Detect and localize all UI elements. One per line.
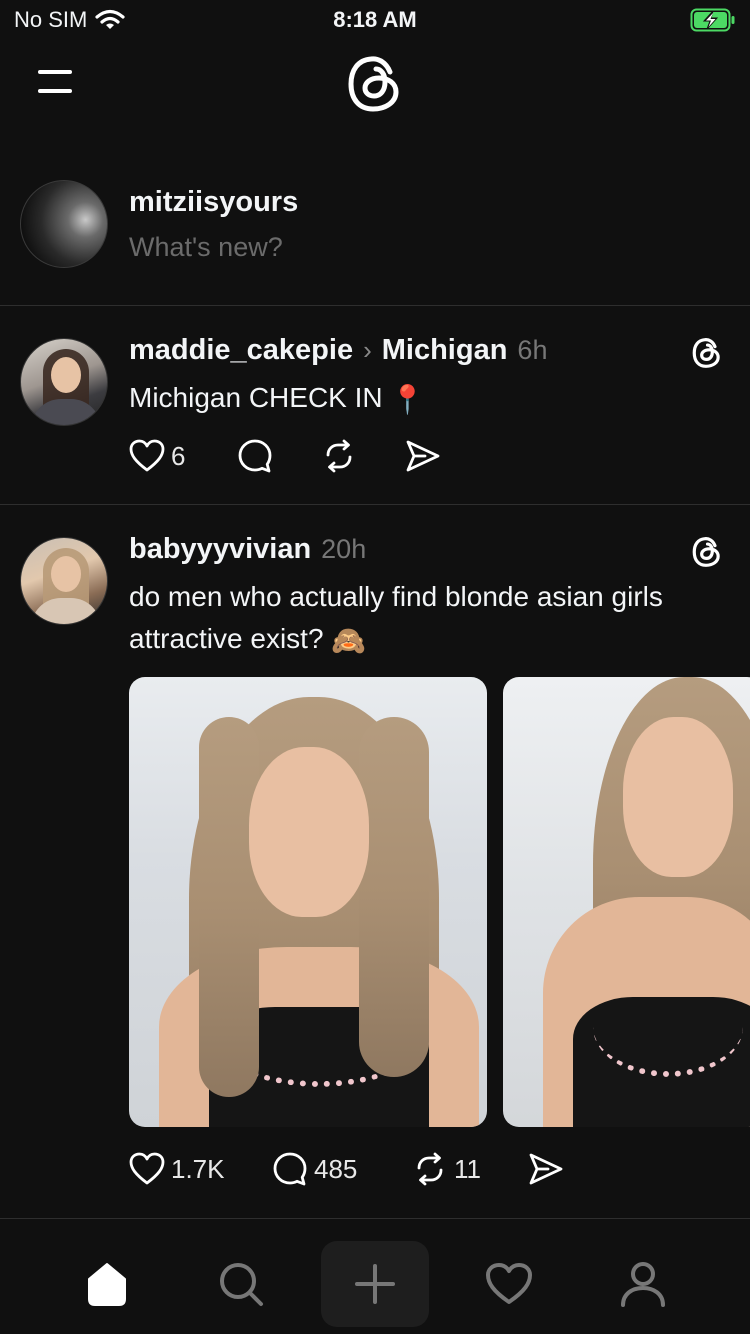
composer-input[interactable]: What's new? <box>129 232 283 263</box>
hamburger-menu-icon[interactable] <box>36 66 76 100</box>
see-no-evil-emoji: 🙈 <box>331 624 367 656</box>
tab-bar <box>0 1219 750 1334</box>
threads-icon[interactable] <box>690 336 724 370</box>
send-icon <box>406 440 440 472</box>
composer-username: mitziisyours <box>129 186 299 218</box>
heart-icon <box>129 439 165 472</box>
tab-home[interactable] <box>53 1241 161 1327</box>
heart-icon <box>486 1263 532 1304</box>
like-count: 6 <box>171 440 186 471</box>
avatar[interactable] <box>20 180 108 268</box>
tab-search[interactable] <box>187 1241 295 1327</box>
reply-button[interactable]: 485 <box>272 1151 412 1187</box>
post-actions: 1.7K 485 11 <box>129 1151 564 1187</box>
post-text-content: do men who actually find blonde asian gi… <box>129 581 663 654</box>
comment-icon <box>238 439 272 473</box>
image-carousel[interactable] <box>129 677 750 1127</box>
reply-button[interactable] <box>237 438 321 474</box>
repost-button[interactable]: 11 <box>412 1151 528 1187</box>
post-topic[interactable]: Michigan <box>382 334 508 367</box>
avatar[interactable] <box>20 338 108 426</box>
like-button[interactable]: 6 <box>129 439 237 473</box>
status-bar: No SIM 8:18 AM <box>0 0 750 40</box>
post-username[interactable]: babyyyvivian <box>129 533 311 566</box>
plus-icon <box>355 1264 395 1304</box>
post-actions: 6 <box>129 438 441 474</box>
home-icon <box>88 1263 126 1306</box>
like-count: 1.7K <box>171 1153 225 1184</box>
thread-post[interactable]: babyyyvivian 20h do men who actually fin… <box>0 505 750 1219</box>
repost-icon <box>417 1152 443 1186</box>
share-button[interactable] <box>405 439 441 473</box>
reply-count: 485 <box>314 1153 358 1184</box>
send-icon <box>529 1153 563 1185</box>
post-photo[interactable] <box>129 677 487 1127</box>
post-username[interactable]: maddie_cakepie <box>129 334 353 367</box>
comment-icon <box>273 1152 307 1186</box>
clock: 8:18 AM <box>333 7 417 32</box>
tab-new-thread[interactable] <box>321 1241 429 1327</box>
threads-logo-icon[interactable] <box>343 52 407 116</box>
post-header: maddie_cakepie › Michigan 6h <box>129 334 547 367</box>
thread-post[interactable]: maddie_cakepie › Michigan 6h Michigan CH… <box>0 306 750 505</box>
post-text: Michigan CHECK IN 📍 <box>129 377 729 421</box>
repost-icon <box>326 439 352 473</box>
heart-icon <box>129 1152 165 1185</box>
new-thread-composer[interactable]: mitziisyours What's new? <box>0 170 750 306</box>
post-photo[interactable] <box>503 677 750 1127</box>
tab-activity[interactable] <box>455 1241 563 1327</box>
avatar[interactable] <box>20 537 108 625</box>
share-button[interactable] <box>528 1152 564 1186</box>
tab-profile[interactable] <box>589 1241 697 1327</box>
repost-button[interactable] <box>321 438 405 474</box>
profile-icon <box>621 1262 665 1307</box>
post-text-content: Michigan CHECK IN <box>129 382 383 413</box>
post-header: babyyyvivian 20h <box>129 533 366 566</box>
pin-emoji: 📍 <box>390 383 426 415</box>
threads-icon[interactable] <box>690 535 724 569</box>
chevron-right-icon: › <box>363 335 372 365</box>
post-time: 20h <box>321 534 367 564</box>
search-icon <box>220 1263 263 1306</box>
battery-charging-icon <box>690 8 735 32</box>
post-text: do men who actually find blonde asian gi… <box>129 576 729 662</box>
post-time: 6h <box>517 335 548 365</box>
repost-count: 11 <box>454 1153 481 1184</box>
like-button[interactable]: 1.7K <box>129 1152 272 1186</box>
